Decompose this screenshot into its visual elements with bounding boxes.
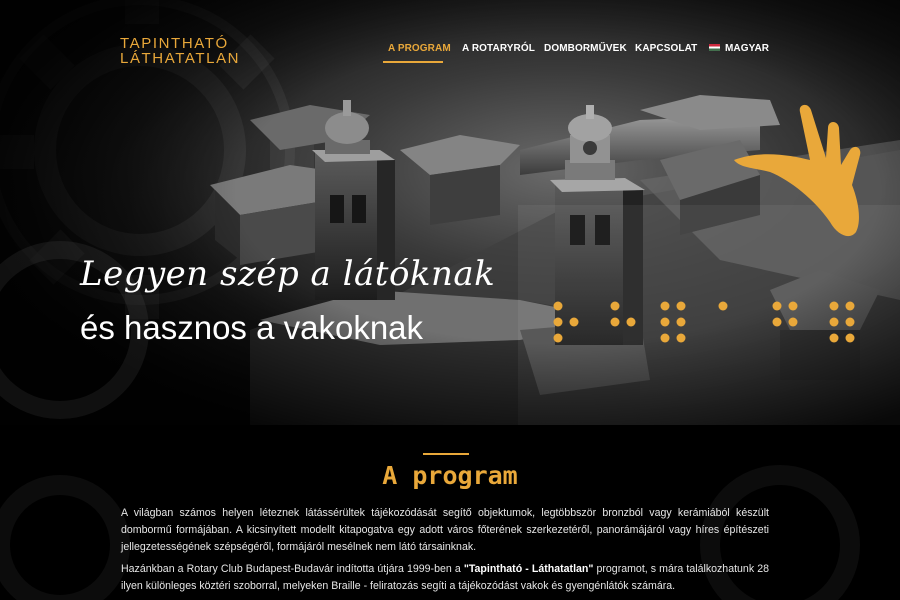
nav-active-indicator [383, 61, 443, 63]
top-navigation-bar: TAPINTHATÓ LÁTHATATLAN A PROGRAM A ROTAR… [0, 0, 900, 95]
language-selector[interactable]: MAGYAR [709, 43, 769, 54]
paragraph2-text-before: Hazánkban a Rotary Club Budapest-Budavár… [121, 563, 464, 575]
language-label: MAGYAR [725, 43, 770, 54]
program-paragraph-2: Hazánkban a Rotary Club Budapest-Budavár… [121, 561, 769, 595]
brand-logo[interactable]: TAPINTHATÓ LÁTHATATLAN [120, 36, 240, 66]
nav-item-kapcsolat[interactable]: KAPCSOLAT [635, 43, 697, 54]
brand-line1: TAPINTHATÓ [120, 35, 229, 52]
nav-item-program[interactable]: A PROGRAM [388, 43, 451, 54]
program-section: A program A világban számos helyen létez… [0, 425, 900, 600]
hero-tagline-line2: és hasznos a vakoknak [80, 309, 424, 346]
nav-item-dombormuvek[interactable]: DOMBORMŰVEK [544, 43, 627, 54]
section-title: A program [382, 461, 518, 490]
hero-banner: TAPINTHATÓ LÁTHATATLAN A PROGRAM A ROTAR… [0, 0, 900, 425]
program-name-bold: "Tapintható - Láthatatlan" [463, 563, 594, 575]
hungarian-flag-icon [709, 44, 720, 51]
nav-item-rotary[interactable]: A ROTARYRÓL [462, 43, 535, 54]
program-paragraph-1: A világban számos helyen léteznek látáss… [121, 507, 769, 553]
brand-line2: LÁTHATATLAN [120, 50, 241, 67]
hero-tagline-line1: Legyen szép a látóknak [80, 254, 496, 294]
section-divider [423, 453, 469, 455]
